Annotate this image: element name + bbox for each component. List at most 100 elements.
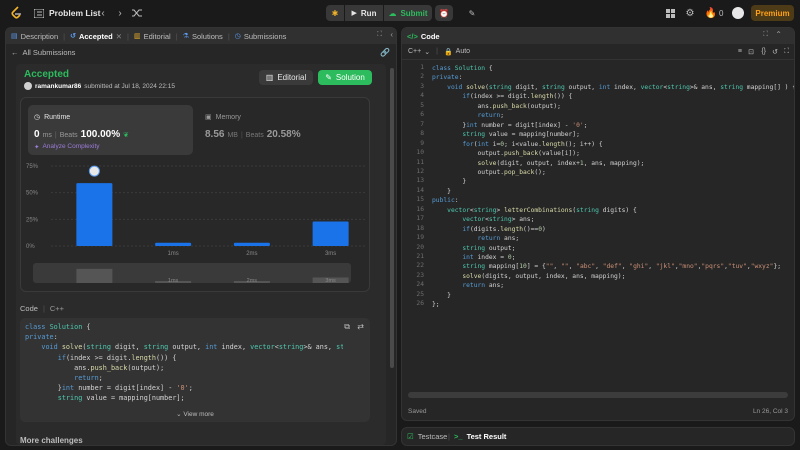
debug-button[interactable]: ✱ bbox=[326, 5, 344, 21]
close-icon[interactable]: ✕ bbox=[116, 32, 122, 41]
book-icon: ▥ bbox=[133, 33, 141, 40]
submit-button[interactable]: ☁ Submit bbox=[384, 5, 432, 21]
navigator-bar bbox=[76, 268, 113, 283]
code-line: if(digits.length()==0) bbox=[462, 225, 546, 233]
gear-icon[interactable]: ⚙ bbox=[684, 5, 696, 21]
tab-accepted[interactable]: ↺ Accepted ✕ bbox=[65, 28, 127, 44]
memory-card[interactable]: ▣ Memory 8.56 MB | Beats 20.58% bbox=[199, 105, 364, 155]
problem-list-icon[interactable] bbox=[33, 5, 45, 21]
code-line: vector<string> ans; bbox=[462, 216, 535, 224]
link-icon[interactable]: 🔗 bbox=[380, 48, 390, 57]
scrollbar[interactable] bbox=[390, 68, 394, 368]
collapse-icon[interactable]: ⌃ bbox=[775, 30, 782, 39]
premium-button[interactable]: Premium bbox=[751, 5, 794, 21]
alarm-button[interactable]: ⏰ bbox=[435, 5, 453, 21]
code-line: } bbox=[432, 178, 467, 186]
code-editor[interactable]: 1 class Solution {2 private: 3 void solve(s… bbox=[402, 64, 794, 394]
run-button[interactable]: ▶ Run bbox=[345, 5, 383, 21]
wrap-icon[interactable]: ⇄ bbox=[357, 322, 364, 331]
notes-button[interactable]: ✎ bbox=[464, 5, 480, 21]
runtime-card[interactable]: ◷ Runtime 0 ms | Beats 100.00% ❦ ✦ Analyze… bbox=[28, 105, 193, 155]
tab-solutions[interactable]: ⚗ Solutions bbox=[178, 28, 228, 44]
shuffle-icon[interactable] bbox=[131, 5, 143, 21]
language-select[interactable]: C++ ⌄ bbox=[408, 48, 430, 56]
top-navigation-bar: Problem List ‹ › ✱ ▶ Run ☁ Submit ⏰ ✎ ⚙ … bbox=[0, 0, 800, 26]
code-preview: class Solution {private: void solve(stri… bbox=[20, 318, 370, 422]
editor-tab-bar: </> Code ⛶ ⌃ bbox=[402, 28, 794, 44]
clock-icon: ◷ bbox=[234, 33, 241, 40]
code-line: return ans; bbox=[477, 235, 520, 243]
tab-editorial[interactable]: ▥ Editorial bbox=[129, 28, 176, 44]
auto-mode-toggle[interactable]: 🔒 Auto bbox=[444, 48, 470, 56]
x-tick-label: 1ms bbox=[167, 251, 178, 257]
streak-counter[interactable]: 🔥 0 bbox=[704, 5, 724, 21]
layout-grid-icon[interactable] bbox=[664, 5, 676, 21]
runtime-value: 0 bbox=[34, 129, 40, 140]
lock-icon: 🔒 bbox=[443, 48, 453, 56]
braces-icon[interactable]: {} bbox=[761, 48, 766, 55]
line-number: 18 bbox=[416, 224, 424, 232]
chevron-right-icon[interactable]: › bbox=[115, 5, 125, 21]
left-panel: ▤ Description | ↺ Accepted ✕ | ▥ Editori… bbox=[5, 27, 397, 446]
solution-button[interactable]: ✎ Solution bbox=[318, 70, 372, 85]
editorial-button-label: Editorial bbox=[277, 73, 307, 82]
tab-code[interactable]: </> Code bbox=[402, 28, 445, 44]
bookmark-icon[interactable]: ⊡ bbox=[748, 48, 754, 56]
accepted-status: Accepted bbox=[24, 69, 70, 80]
code-preview-line: ans.push_back(output); bbox=[25, 363, 165, 372]
runtime-distribution-chart[interactable]: 75% 50% 25% 0% 1ms 2ms 3ms 1ms 2ms 3ms bbox=[21, 160, 371, 290]
code-line: for(int i=0; i<value.length(); i++) { bbox=[462, 140, 603, 148]
line-number: 12 bbox=[416, 167, 424, 175]
chevron-left-icon[interactable]: ‹ bbox=[98, 5, 108, 21]
memory-label: Memory bbox=[215, 113, 241, 121]
leetcode-logo-icon[interactable] bbox=[9, 5, 23, 21]
line-number: 10 bbox=[416, 149, 424, 157]
copy-icon[interactable]: ⧉ bbox=[344, 322, 350, 332]
bar bbox=[233, 242, 270, 246]
tab-editorial-label: Editorial bbox=[143, 31, 171, 41]
view-more-button[interactable]: ⌄ View more bbox=[20, 410, 370, 418]
code-line: int index = 0; bbox=[462, 254, 516, 261]
reset-icon[interactable]: ↺ bbox=[772, 48, 778, 56]
left-tab-bar: ▤ Description | ↺ Accepted ✕ | ▥ Editori… bbox=[6, 28, 396, 44]
tab-description[interactable]: ▤ Description bbox=[6, 28, 63, 44]
maximize-icon[interactable]: ⛶ bbox=[763, 31, 768, 39]
code-line: string output; bbox=[462, 244, 516, 252]
tab-submissions[interactable]: ◷ Submissions bbox=[230, 28, 292, 44]
code-preview-line: return; bbox=[74, 373, 103, 382]
description-icon: ▤ bbox=[11, 33, 18, 40]
y-tick-label: 50% bbox=[26, 191, 39, 197]
fullscreen-icon[interactable]: ⛶ bbox=[784, 48, 789, 56]
maximize-icon[interactable]: ⛶ bbox=[377, 31, 382, 39]
arrow-left-icon: ← bbox=[11, 48, 19, 57]
editorial-button[interactable]: ▥ Editorial bbox=[259, 70, 313, 85]
line-number: 4 bbox=[420, 92, 424, 100]
collapse-icon[interactable]: ‹ bbox=[390, 30, 393, 39]
sparkle-icon: ✦ bbox=[34, 144, 40, 151]
avatar[interactable] bbox=[732, 7, 744, 19]
all-submissions-label: All Submissions bbox=[22, 48, 76, 57]
tab-testcase[interactable]: ☑ Testcase bbox=[407, 432, 447, 441]
tab-testcase-label: Testcase bbox=[417, 432, 448, 441]
code-line: solve(digit, output, index+1, ans, mappi… bbox=[477, 159, 645, 167]
code-line: } bbox=[432, 187, 451, 195]
problem-list-title[interactable]: Problem List bbox=[49, 8, 100, 18]
line-number: 21 bbox=[416, 253, 424, 260]
code-editor-panel: </> Code ⛶ ⌃ C++ ⌄ | 🔒 Auto ≡ ⊡ {} ↺ ⛶ 1 cl… bbox=[401, 27, 795, 421]
format-icon[interactable]: ≡ bbox=[738, 48, 742, 55]
code-line: ans.push_back(output); bbox=[432, 102, 561, 110]
horizontal-scrollbar[interactable] bbox=[408, 392, 788, 398]
fire-icon: 🔥 bbox=[704, 7, 717, 19]
code-preview-line: private: bbox=[25, 333, 58, 342]
x-tick-label: 2ms bbox=[246, 251, 257, 257]
all-submissions-link[interactable]: ← All Submissions bbox=[11, 48, 75, 57]
clock-icon: ◷ bbox=[34, 114, 41, 121]
tab-test-result[interactable]: >_ Test Result bbox=[454, 432, 506, 441]
user-avatar[interactable] bbox=[24, 82, 32, 90]
submitter-username[interactable]: ramankumar86 bbox=[35, 83, 81, 90]
code-line: }int number = digit[index] - '0'; bbox=[432, 121, 588, 129]
analyze-complexity-link[interactable]: ✦ Analyze Complexity bbox=[34, 143, 100, 151]
tab-test-result-label: Test Result bbox=[466, 432, 507, 441]
cursor-position: Ln 26, Col 3 bbox=[752, 408, 788, 415]
line-number: 26 bbox=[416, 300, 424, 308]
